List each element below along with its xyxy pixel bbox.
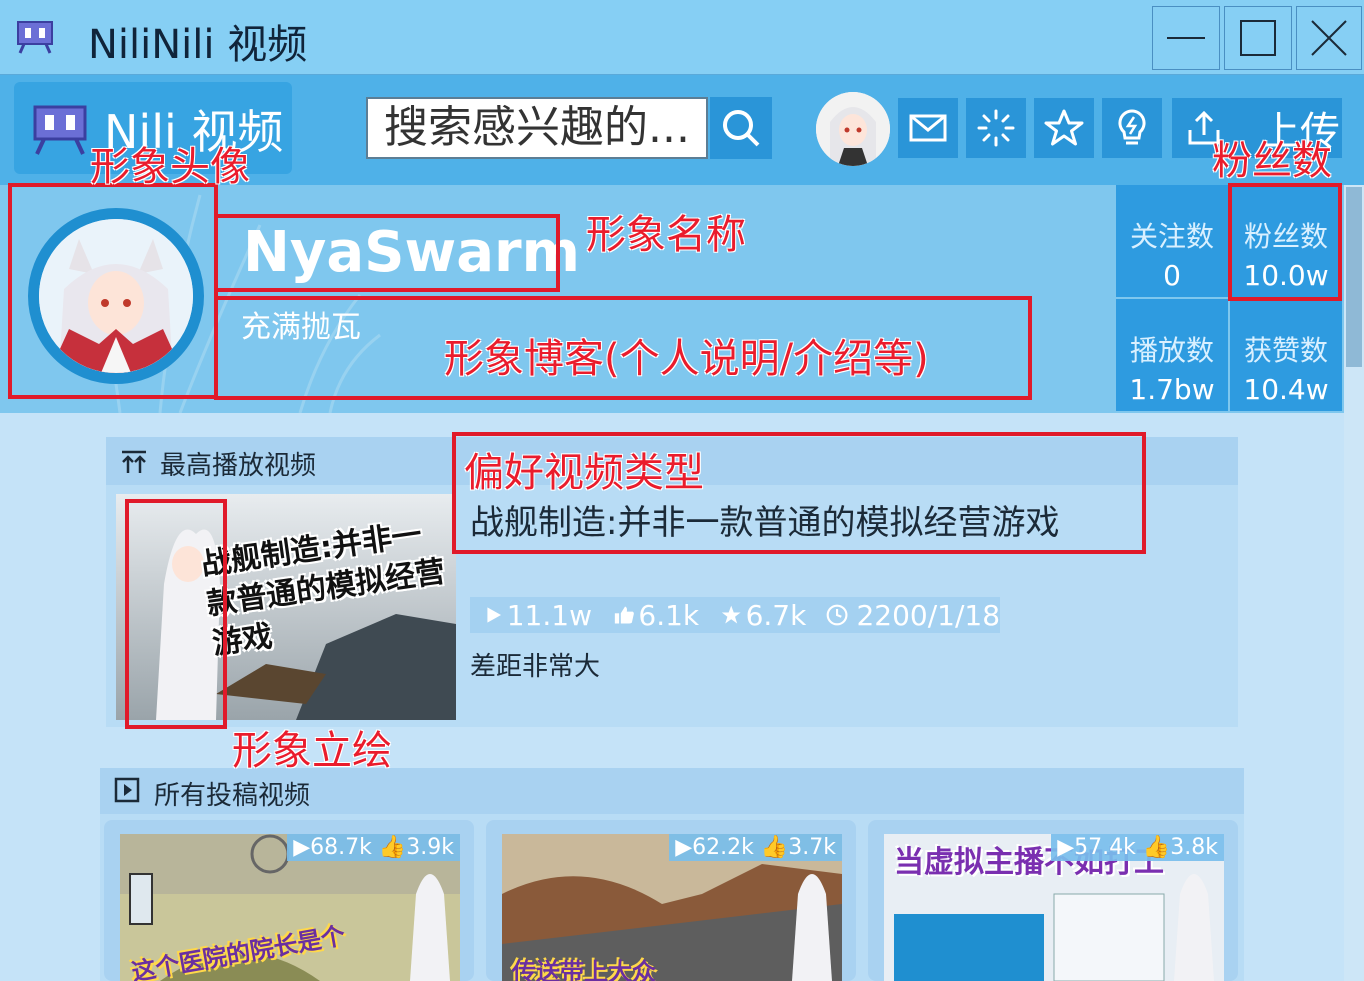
play-icon <box>487 607 502 623</box>
video-card[interactable]: 当虚拟主播不如打工 ▶57.4k 👍3.8k <box>868 820 1238 981</box>
stat-label: 获赞数 <box>1243 334 1328 367</box>
card-likes: 3.8k <box>1170 835 1218 860</box>
ideas-button[interactable] <box>1102 98 1162 158</box>
annotation-video-type: 偏好视频类型 <box>464 450 704 496</box>
search-icon <box>723 110 760 147</box>
card-caption: 传送带上大众 <box>512 958 656 981</box>
annotation-box-name <box>214 214 560 292</box>
top-video-meta: 11.1w 6.1k 6.7k 2200/1/18 <box>470 597 1000 633</box>
stat-value: 1.7bw <box>1129 373 1215 406</box>
card-plays: 62.2k <box>692 835 754 860</box>
annotation-fans: 粉丝数 <box>1212 138 1332 184</box>
card-likes: 3.7k <box>788 835 836 860</box>
user-avatar[interactable] <box>816 92 890 166</box>
scrollbar-thumb[interactable] <box>1346 187 1362 367</box>
upload-date: 2200/1/18 <box>856 598 1001 632</box>
stat-following[interactable]: 关注数 0 <box>1116 185 1228 297</box>
maximize-button[interactable] <box>1224 6 1292 70</box>
annotation-avatar: 形象头像 <box>90 144 250 190</box>
activity-button[interactable] <box>966 98 1026 158</box>
mail-icon <box>909 114 947 142</box>
annotation-box-avatar <box>8 183 218 399</box>
likes-count: 6.1k <box>638 598 700 632</box>
favorites-button[interactable] <box>1034 98 1094 158</box>
card-plays: 68.7k <box>310 835 372 860</box>
top-video-description: 差距非常大 <box>470 652 601 682</box>
nili-logo-icon <box>33 105 87 155</box>
card-stats: ▶68.7k 👍3.9k <box>287 834 460 861</box>
clock-icon <box>826 604 848 626</box>
top-video-section-title: 最高播放视频 <box>160 451 317 481</box>
favorites-count: 6.7k <box>745 598 807 632</box>
annotation-portrait: 形象立绘 <box>232 728 392 774</box>
video-card[interactable]: 传送带上大众 ▶62.2k 👍3.7k <box>486 820 856 981</box>
maximize-icon <box>1240 20 1276 56</box>
video-card[interactable]: 这个医院的院长是个 ▶68.7k 👍3.9k <box>104 820 474 981</box>
search-input[interactable]: 搜索感兴趣的... <box>366 97 708 159</box>
minimize-button[interactable] <box>1152 6 1220 70</box>
anime-girl-avatar-icon <box>816 92 890 166</box>
window-title: NiliNili 视频 <box>88 22 308 68</box>
sort-top-icon <box>122 450 146 473</box>
star-icon <box>721 605 741 624</box>
plays-count: 11.1w <box>506 598 592 632</box>
stat-plays[interactable]: 播放数 1.7bw <box>1116 299 1228 411</box>
mail-button[interactable] <box>898 98 958 158</box>
card-stats: ▶62.2k 👍3.7k <box>669 834 842 861</box>
stat-label: 播放数 <box>1129 334 1214 367</box>
app-logo-icon <box>17 21 53 54</box>
minimize-icon <box>1167 37 1205 39</box>
all-videos-section-title: 所有投稿视频 <box>154 781 311 811</box>
close-button[interactable] <box>1296 6 1362 70</box>
bulb-icon <box>1118 109 1146 145</box>
close-icon <box>1311 20 1347 56</box>
card-likes: 3.9k <box>406 835 454 860</box>
stat-likes[interactable]: 获赞数 10.4w <box>1230 299 1342 411</box>
stat-value: 0 <box>1163 259 1181 292</box>
stat-label: 关注数 <box>1129 220 1214 253</box>
annotation-box-portrait <box>125 499 227 729</box>
annotation-box-fans <box>1228 183 1342 301</box>
card-plays: 57.4k <box>1074 835 1136 860</box>
annotation-name: 形象名称 <box>586 212 746 258</box>
video-list-icon <box>114 777 140 803</box>
stat-value: 10.4w <box>1243 373 1329 406</box>
star-icon <box>1044 109 1084 146</box>
search-button[interactable] <box>710 97 772 159</box>
loading-icon <box>977 109 1015 147</box>
card-stats: ▶57.4k 👍3.8k <box>1051 834 1224 861</box>
annotation-blog: 形象博客(个人说明/介绍等) <box>444 336 929 382</box>
thumbs-up-icon <box>614 606 634 624</box>
